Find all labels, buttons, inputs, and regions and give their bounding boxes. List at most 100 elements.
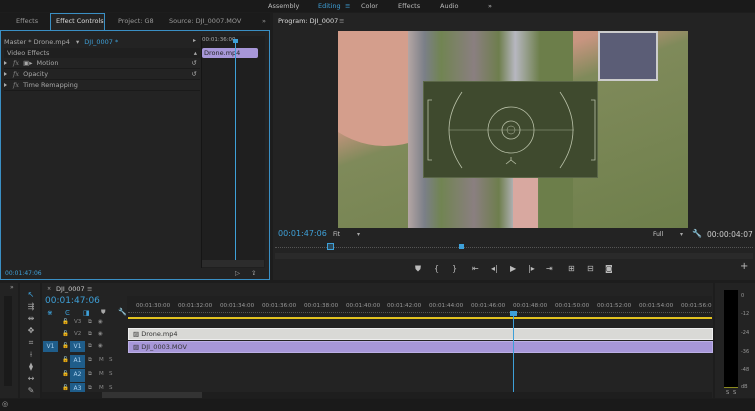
eye-icon[interactable]: ◉ (98, 331, 103, 337)
mute-button[interactable]: M (99, 371, 104, 377)
tab-effects[interactable]: Effects (16, 17, 38, 25)
solo-button[interactable]: S (109, 385, 113, 391)
program-playhead[interactable] (459, 244, 464, 249)
tab-program[interactable]: Program: DJI_0007 (278, 17, 338, 25)
mute-button[interactable]: M (99, 385, 104, 391)
track-label[interactable]: V3 (74, 319, 81, 325)
resolution-select[interactable]: Full (653, 231, 663, 238)
track-label[interactable]: V2 (74, 331, 81, 337)
selection-tool-icon[interactable]: ↖ (24, 290, 38, 299)
work-area-bar[interactable] (128, 317, 712, 319)
workspace-editing[interactable]: Editing (318, 2, 341, 10)
play-icon[interactable]: ▶ (510, 264, 516, 273)
workspace-audio[interactable]: Audio (440, 2, 458, 10)
program-time-ruler[interactable] (275, 247, 753, 248)
sync-lock-icon[interactable]: ⧉ (88, 319, 92, 326)
lift-icon[interactable]: ⊞ (568, 264, 575, 273)
linked-selection-icon[interactable]: Ͼ (65, 309, 70, 317)
lock-icon[interactable]: 🔓 (62, 357, 69, 363)
meter-solo-right[interactable]: S (733, 390, 736, 396)
pen-tool-icon[interactable]: ✎ (24, 386, 38, 395)
marker-icon[interactable]: ⛊ (101, 309, 106, 317)
step-back-icon[interactable]: ◂| (491, 264, 498, 273)
close-tab-icon[interactable]: × (47, 286, 51, 292)
solo-button[interactable]: S (109, 357, 113, 363)
effect-row-motion[interactable]: fx ▣▸ Motion ↺ (4, 58, 200, 69)
workspace-effects[interactable]: Effects (398, 2, 420, 10)
export-icon[interactable]: ⇪ (251, 269, 256, 277)
effect-row-time-remapping[interactable]: fx Time Remapping (4, 80, 200, 91)
wrench-icon[interactable]: 🔧 (692, 229, 702, 238)
workspace-menu-icon[interactable]: ≡ (345, 2, 350, 10)
mini-clip[interactable]: Drone.mp4 (202, 48, 258, 58)
track-target-a2[interactable]: A2 (70, 369, 85, 382)
tab-sequence[interactable]: DJI_0007 (56, 285, 85, 293)
mini-playhead[interactable] (235, 40, 236, 260)
source-patch-v1[interactable]: V1 (43, 341, 58, 352)
workspace-color[interactable]: Color (361, 2, 378, 10)
in-out-marker[interactable] (327, 243, 334, 250)
clip-selector[interactable]: Master * Drone.mp4 ▾ DJI_0007 * Drone.mp… (4, 37, 148, 56)
sync-lock-icon[interactable]: ⧉ (88, 357, 92, 364)
ripple-icon[interactable]: ▷ (235, 269, 240, 277)
timeline-scrollbar[interactable] (42, 392, 712, 398)
clip-drone[interactable]: ▨ Drone.mp4 (128, 328, 713, 340)
panel-menu-icon[interactable]: ≡ (339, 17, 344, 25)
effect-row-opacity[interactable]: fx Opacity ↺ (4, 69, 200, 80)
mute-button[interactable]: M (99, 357, 104, 363)
reset-icon[interactable]: ↺ (192, 58, 197, 69)
meter-solo-left[interactable]: S (726, 390, 729, 396)
scrollbar-thumb[interactable] (102, 392, 202, 398)
eye-icon[interactable]: ◉ (98, 343, 103, 349)
add-marker-icon[interactable]: ⛊ (415, 264, 421, 274)
effect-controls-timecode[interactable]: 00:01:47:06 (5, 270, 42, 277)
lock-icon[interactable]: 🔓 (62, 343, 69, 349)
transform-icon[interactable]: ▣▸ (23, 59, 32, 67)
ripple-edit-tool-icon[interactable]: ⇹ (24, 314, 38, 323)
slip-tool-icon[interactable]: ⧫ (24, 362, 38, 371)
zoom-select[interactable]: Fit (333, 231, 340, 238)
mini-scrollbar[interactable] (202, 260, 264, 267)
sync-lock-icon[interactable]: ⧉ (88, 343, 92, 350)
rate-stretch-tool-icon[interactable]: ⌗ (24, 338, 38, 348)
export-frame-icon[interactable]: ◙ (605, 264, 613, 273)
eye-icon[interactable]: ◉ (98, 319, 103, 325)
reset-icon[interactable]: ↺ (192, 69, 197, 80)
wrench-icon[interactable]: 🔧 (118, 308, 127, 316)
solo-button[interactable]: S (109, 371, 113, 377)
render-status-icon[interactable]: ◎ (2, 400, 8, 408)
clip-dji-0003[interactable]: ▨ DJI_0003.MOV (128, 341, 713, 353)
program-timecode[interactable]: 00:01:47:06 (278, 229, 327, 238)
timeline-timecode[interactable]: 00:01:47:06 (45, 296, 100, 306)
step-forward-icon[interactable]: |▸ (528, 264, 535, 273)
tab-source[interactable]: Source: DJI_0007.MOV (169, 17, 241, 25)
sync-lock-icon[interactable]: ⧉ (88, 385, 92, 392)
tabs-overflow-button[interactable]: » (262, 17, 266, 25)
video-frame[interactable] (338, 31, 688, 228)
add-button-icon[interactable]: + (740, 261, 748, 272)
lock-icon[interactable]: 🔓 (62, 331, 69, 337)
extract-icon[interactable]: ⊟ (587, 264, 594, 273)
play-clip-icon[interactable]: ▸ (193, 37, 196, 44)
workspace-overflow-button[interactable]: » (488, 2, 492, 10)
track-target-v1[interactable]: V1 (70, 341, 85, 352)
chevron-down-icon[interactable]: ▾ (680, 231, 683, 238)
mini-playhead-handle[interactable] (233, 39, 238, 43)
tab-effect-controls[interactable]: Effect Controls (56, 17, 104, 25)
go-to-out-icon[interactable]: ⇥ (546, 264, 553, 273)
sync-lock-icon[interactable]: ⧉ (88, 331, 92, 338)
panel-menu-icon[interactable]: ≡ (87, 285, 92, 293)
snap-icon[interactable]: ⋇ (47, 309, 53, 317)
fx-icon[interactable]: fx (13, 70, 19, 78)
mark-in-icon[interactable]: { (434, 264, 439, 273)
chevron-down-icon[interactable]: ▾ (357, 231, 360, 238)
timeline-playhead[interactable] (513, 314, 514, 393)
sync-lock-icon[interactable]: ⧉ (88, 371, 92, 378)
razor-tool-icon[interactable]: ⟊ (24, 350, 38, 360)
collapse-icon[interactable]: ▴ (194, 48, 197, 58)
lock-icon[interactable]: 🔓 (62, 319, 69, 325)
mark-out-icon[interactable]: } (452, 264, 457, 273)
track-select-tool-icon[interactable]: ⇶ (24, 302, 38, 311)
tab-project[interactable]: Project: G8 (118, 17, 154, 25)
go-to-in-icon[interactable]: ⇤ (472, 264, 479, 273)
